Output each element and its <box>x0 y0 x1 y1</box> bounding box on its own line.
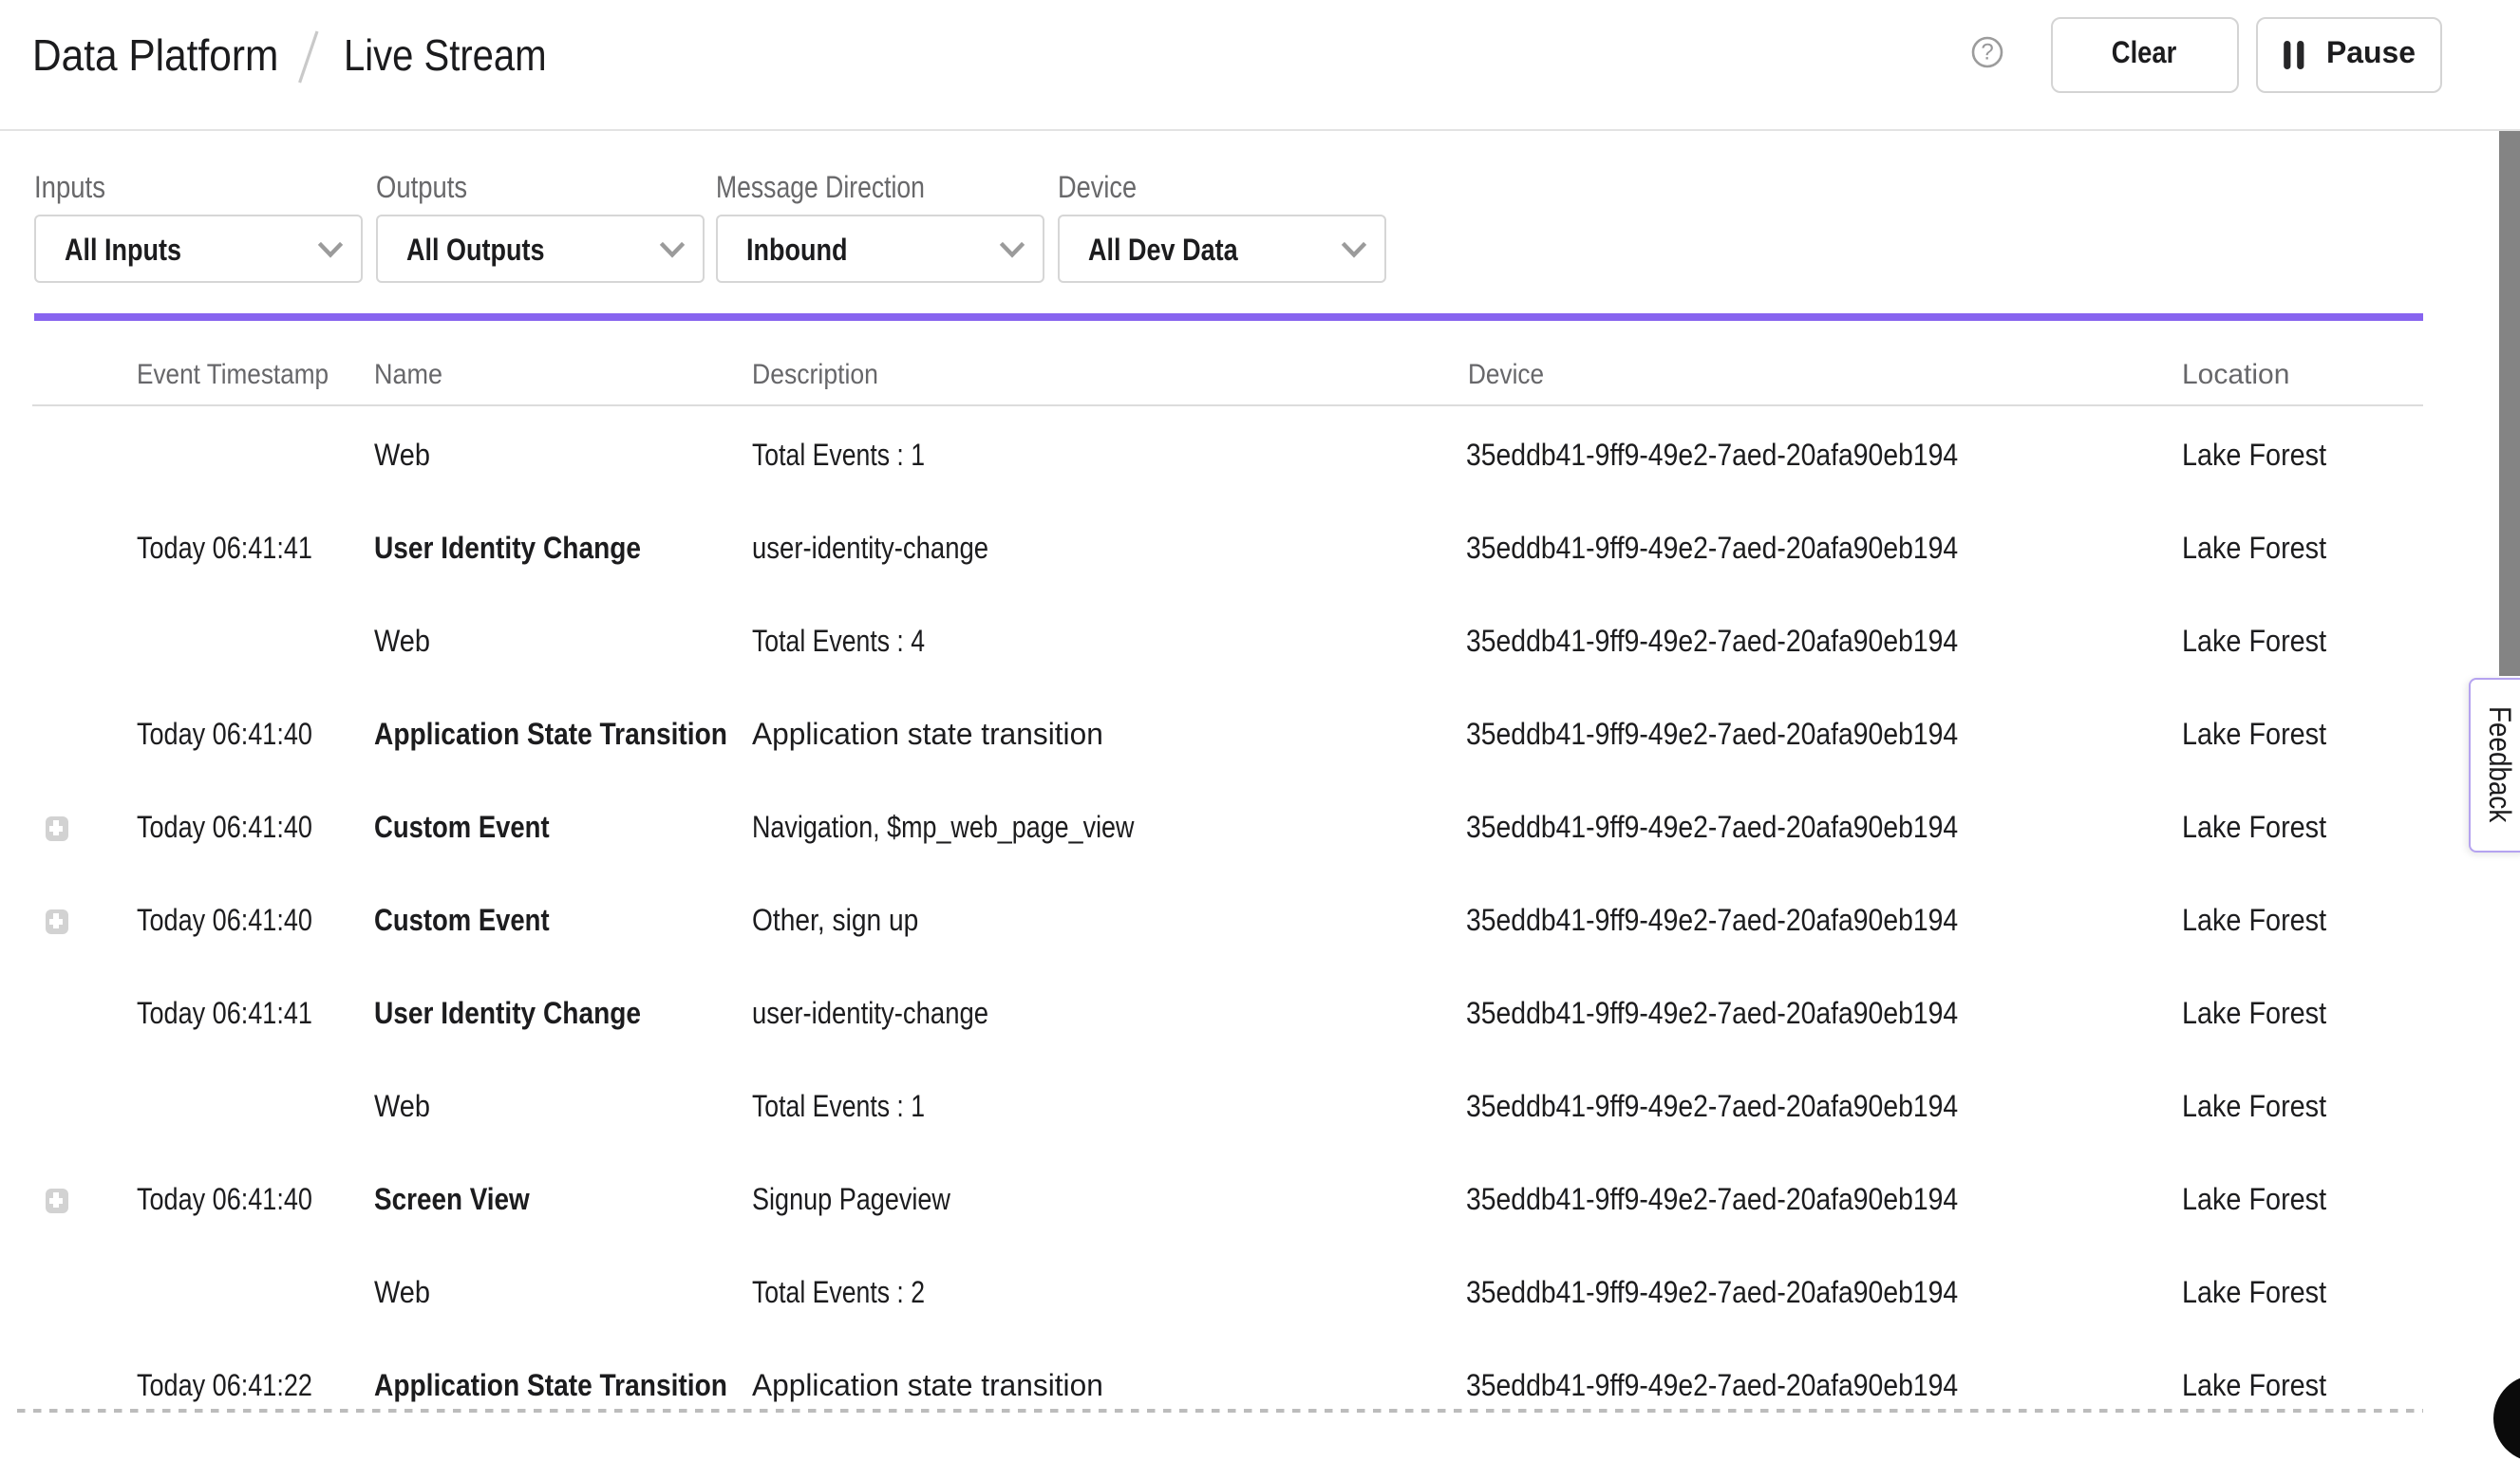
svg-text:?: ? <box>1981 39 1993 65</box>
